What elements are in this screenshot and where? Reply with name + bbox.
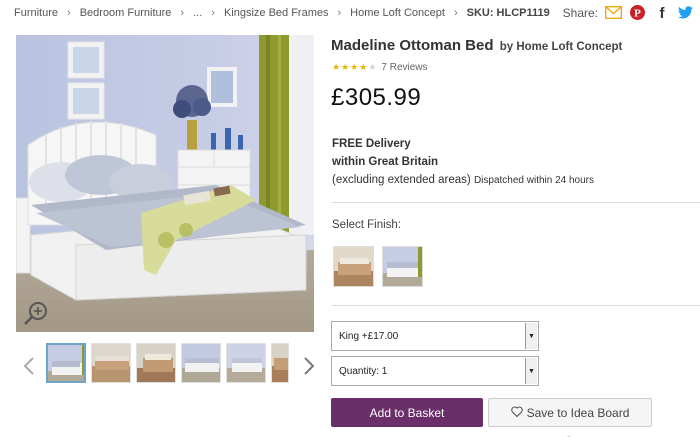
finish-options — [333, 246, 423, 287]
email-icon[interactable] — [605, 4, 622, 21]
thumbnail-6[interactable] — [271, 343, 289, 383]
delivery-line1: FREE Delivery — [332, 138, 411, 150]
delivery-line3: (excluding extended areas) — [332, 174, 471, 186]
product-name: Madeline Ottoman Bed — [331, 37, 494, 54]
thumbnail-1[interactable] — [46, 343, 86, 383]
product-price: £305.99 — [331, 84, 422, 111]
save-to-idea-board-button[interactable]: Save to Idea Board — [488, 398, 652, 427]
chevron-left-icon[interactable] — [20, 355, 38, 377]
pinterest-icon[interactable]: P — [629, 4, 646, 21]
star-icon: ★ — [341, 62, 350, 72]
breadcrumb: Furniture › Bedroom Furniture › ... › Ki… — [14, 6, 550, 20]
divider — [332, 305, 700, 306]
bed-photo — [16, 35, 314, 332]
svg-text:P: P — [634, 8, 641, 20]
quantity-select-value: Quantity: 1 — [339, 365, 388, 377]
share-bar: Share: P f — [563, 4, 694, 21]
breadcrumb-ellipsis[interactable]: ... — [193, 7, 202, 19]
star-icon: ★ — [350, 62, 359, 72]
thumbnail-5[interactable] — [226, 343, 266, 383]
product-title: Madeline Ottoman Bed by Home Loft Concep… — [331, 37, 622, 54]
thumbnail-strip — [18, 343, 318, 391]
star-rating: ★ ★ ★ ★ ★ — [332, 63, 376, 72]
rating: ★ ★ ★ ★ ★ 7 Reviews — [332, 62, 428, 73]
divider — [332, 202, 700, 203]
chevron-right-icon: › — [337, 7, 342, 19]
chevron-right-icon: › — [211, 7, 215, 19]
product-brand[interactable]: by Home Loft Concept — [500, 41, 623, 53]
save-to-idea-board-label: Save to Idea Board — [526, 405, 630, 420]
tooltip-caret — [563, 429, 575, 437]
reviews-link[interactable]: 7 Reviews — [381, 62, 427, 73]
star-empty-icon: ★ — [368, 62, 377, 72]
svg-text:f: f — [659, 5, 665, 20]
facebook-icon[interactable]: f — [653, 4, 670, 21]
thumbnail-2[interactable] — [91, 343, 131, 383]
breadcrumb-kingsize-bed-frames[interactable]: Kingsize Bed Frames — [224, 7, 329, 19]
chevron-right-icon[interactable] — [300, 355, 318, 377]
sku-label: SKU: HLCP1119 — [466, 7, 550, 19]
chevron-right-icon: › — [67, 7, 71, 19]
delivery-line2: within Great Britain — [332, 156, 439, 168]
star-icon: ★ — [332, 62, 341, 72]
thumbnail-list — [46, 343, 289, 383]
heart-icon — [510, 405, 523, 420]
zoom-icon[interactable] — [23, 300, 49, 326]
caret-down-icon: ▼ — [525, 323, 537, 349]
delivery-info: FREE Delivery within Great Britain (excl… — [332, 135, 594, 190]
thumbnail-4[interactable] — [181, 343, 221, 383]
add-to-basket-button[interactable]: Add to Basket — [331, 398, 483, 427]
caret-down-icon: ▼ — [525, 358, 537, 384]
breadcrumb-home-loft-concept[interactable]: Home Loft Concept — [350, 7, 445, 19]
size-select-value: King +£17.00 — [339, 330, 399, 342]
breadcrumb-furniture[interactable]: Furniture — [14, 7, 58, 19]
finish-label: Select Finish: — [332, 219, 402, 231]
quantity-select[interactable]: Quantity: 1 ▼ — [331, 356, 539, 386]
chevron-right-icon: › — [180, 7, 185, 19]
twitter-icon[interactable] — [677, 4, 694, 21]
size-select[interactable]: King +£17.00 ▼ — [331, 321, 539, 351]
chevron-right-icon: › — [453, 7, 458, 19]
finish-swatch-brown[interactable] — [333, 246, 374, 287]
delivery-line3-wrap: (excluding extended areas) Dispatched wi… — [332, 171, 594, 190]
breadcrumb-bedroom-furniture[interactable]: Bedroom Furniture — [80, 7, 172, 19]
dispatch-info: Dispatched within 24 hours — [473, 175, 595, 186]
finish-swatch-white[interactable] — [382, 246, 423, 287]
thumbnail-3[interactable] — [136, 343, 176, 383]
star-half-icon: ★ — [359, 62, 368, 72]
product-main-image[interactable] — [16, 35, 314, 332]
share-label: Share: — [562, 5, 598, 20]
